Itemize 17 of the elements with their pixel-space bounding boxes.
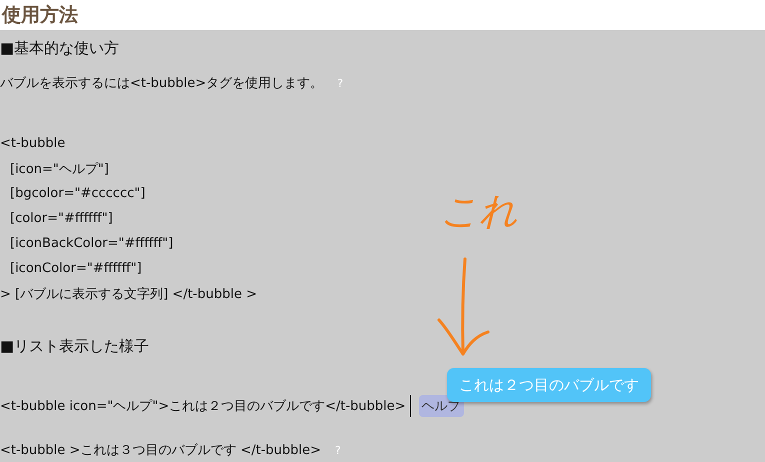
help-mark[interactable]: ? bbox=[337, 76, 344, 90]
page-title: 使用方法 bbox=[2, 3, 78, 28]
code-line: [color="#ffffff"] bbox=[10, 211, 113, 226]
code-line: <t-bubble bbox=[0, 136, 66, 151]
section-heading: ■リスト表示した様子 bbox=[0, 336, 150, 356]
section-heading: ■基本的な使い方 bbox=[0, 38, 120, 58]
help-mark[interactable]: ? bbox=[335, 444, 341, 456]
code-line: <t-bubble >これは３つ目のバブルです </t-bubble> bbox=[0, 442, 322, 459]
handwritten-note: これ bbox=[440, 188, 518, 235]
code-line: [bgcolor="#cccccc"] bbox=[10, 186, 146, 201]
bubble-tooltip: これは２つ目のバブルです bbox=[447, 368, 651, 402]
code-line: [iconBackColor="#ffffff"] bbox=[10, 236, 174, 251]
code-line: [icon="ヘルプ"] bbox=[10, 160, 109, 178]
code-line: > [バブルに表示する文字列] </t-bubble > bbox=[0, 286, 257, 302]
code-line: [iconColor="#ffffff"] bbox=[10, 261, 142, 276]
code-line: <t-bubble icon="ヘルプ">これは２つ目のバブルです</t-bubble> bbox=[0, 398, 406, 415]
description-text: バブルを表示するには<t-bubble>タグを使用します。 bbox=[0, 75, 324, 92]
